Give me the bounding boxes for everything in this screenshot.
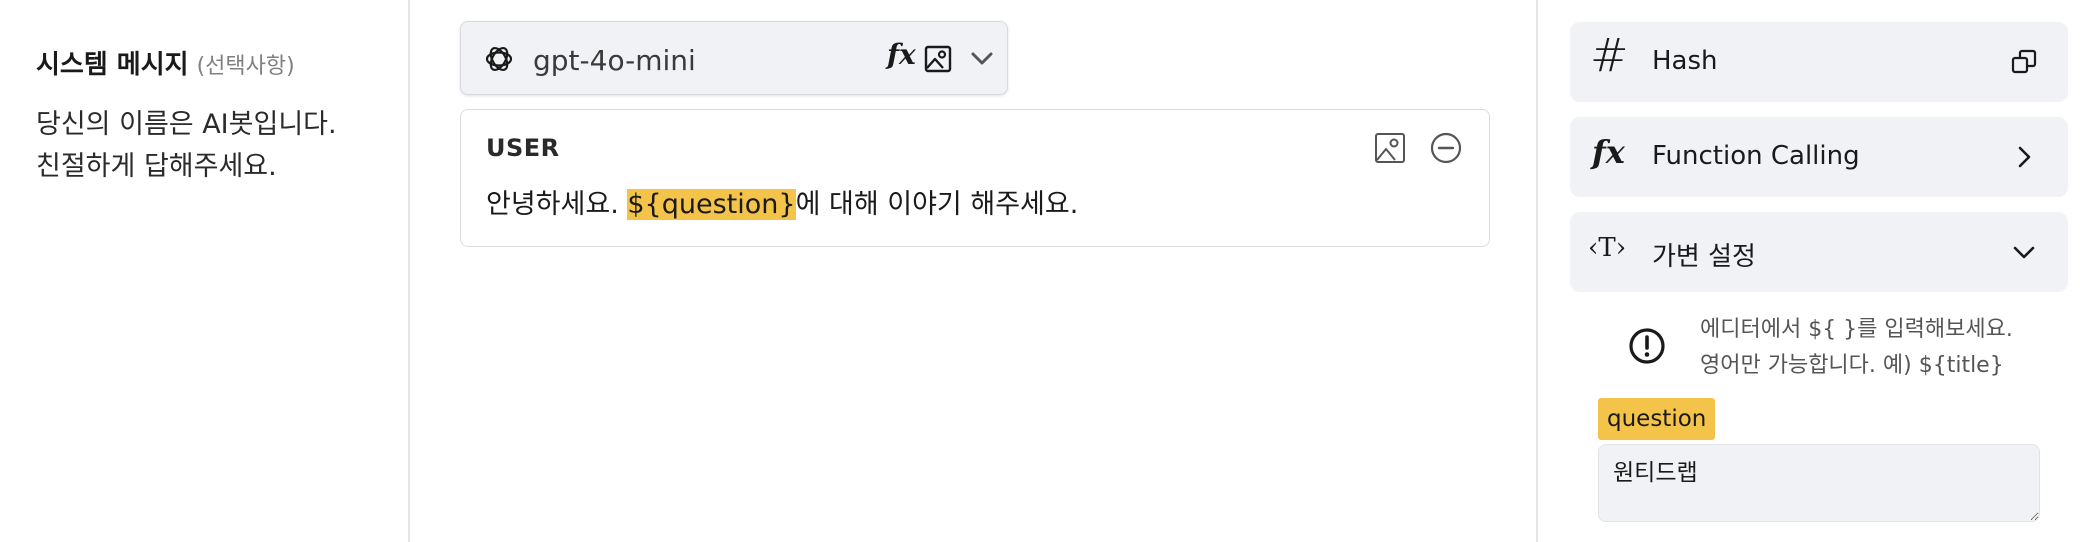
hash-label: Hash — [1652, 46, 1718, 76]
variable-value-input[interactable]: 원티드랩 — [1598, 444, 2040, 522]
variable-t-icon: ‹T› — [1588, 233, 1627, 263]
message-text-after: 에 대해 이야기 해주세요. — [795, 189, 1079, 220]
image-icon — [924, 45, 952, 73]
variable-hint: 에디터에서 ${ }를 입력해보세요. 영어만 가능합니다. 예) ${titl… — [1700, 312, 2013, 384]
hint-line: 에디터에서 ${ }를 입력해보세요. — [1700, 317, 2013, 342]
variable-highlight: ${question} — [627, 189, 796, 220]
remove-message-icon[interactable] — [1429, 131, 1463, 165]
hint-line: 영어만 가능합니다. 예) ${title} — [1700, 353, 2004, 378]
message-text-before: 안녕하세요. — [486, 189, 628, 220]
hash-panel[interactable]: # Hash — [1570, 22, 2068, 102]
system-message-title: 시스템 메시지 (선택사항) — [36, 44, 295, 81]
fx-icon: fx — [887, 38, 916, 71]
variables-label: 가변 설정 — [1652, 242, 1756, 272]
system-message-line: 당신의 이름은 AI봇입니다. — [36, 109, 337, 140]
function-calling-panel[interactable]: fx Function Calling — [1570, 117, 2068, 197]
copy-icon[interactable] — [2010, 48, 2038, 76]
alert-icon — [1629, 328, 1665, 364]
fx-icon: fx — [1592, 133, 1625, 171]
message-role: USER — [486, 134, 560, 162]
variable-name-tag: question — [1598, 398, 1716, 440]
optional-label: (선택사항) — [196, 54, 295, 79]
function-calling-label: Function Calling — [1652, 141, 1860, 171]
openai-icon — [485, 47, 513, 71]
system-message-line: 친절하게 답해주세요. — [36, 151, 277, 182]
hash-icon: # — [1590, 28, 1629, 82]
prompt-editor: gpt-4o-mini fx USER 안녕하세요. ${question}에 … — [412, 0, 1538, 542]
settings-sidebar: # Hash fx Function Calling ‹T› 가변 설정 에디터… — [1540, 0, 2080, 542]
image-icon[interactable] — [1373, 131, 1407, 165]
system-message-label: 시스템 메시지 — [36, 50, 189, 80]
chevron-down-icon[interactable] — [969, 48, 995, 70]
model-selector[interactable]: gpt-4o-mini fx — [460, 21, 1008, 95]
chevron-down-icon[interactable] — [2010, 238, 2038, 266]
user-message-card: USER 안녕하세요. ${question}에 대해 이야기 해주세요. — [460, 109, 1490, 247]
system-message-text[interactable]: 당신의 이름은 AI봇입니다. 친절하게 답해주세요. — [36, 104, 337, 188]
system-message-panel: 시스템 메시지 (선택사항) 당신의 이름은 AI봇입니다. 친절하게 답해주세요… — [0, 0, 410, 542]
chevron-right-icon[interactable] — [2010, 143, 2038, 171]
model-name: gpt-4o-mini — [533, 44, 696, 77]
message-text[interactable]: 안녕하세요. ${question}에 대해 이야기 해주세요. — [486, 182, 1078, 221]
variables-panel[interactable]: ‹T› 가변 설정 — [1570, 212, 2068, 292]
